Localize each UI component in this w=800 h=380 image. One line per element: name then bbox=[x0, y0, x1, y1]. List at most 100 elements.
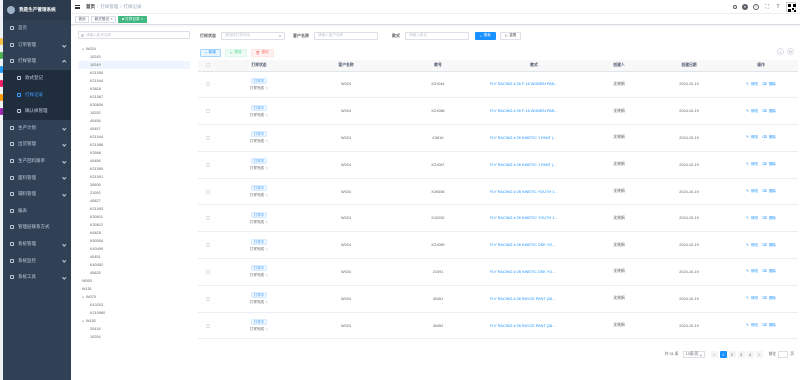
tree-node[interactable]: W003 bbox=[78, 277, 190, 285]
tree-node[interactable]: 20416 bbox=[78, 325, 190, 333]
tree-node[interactable]: W151 bbox=[78, 285, 190, 293]
tag-item[interactable]: 款式登记 × bbox=[91, 15, 117, 23]
tag-item[interactable]: 首页 bbox=[75, 15, 90, 23]
github-icon[interactable]: ● bbox=[742, 4, 748, 10]
prev-page-button[interactable]: ‹ bbox=[710, 351, 718, 358]
sidebar-item[interactable]: 出货管理 bbox=[3, 136, 71, 153]
tree-node[interactable]: K40452 bbox=[78, 261, 190, 269]
row-checkbox[interactable] bbox=[206, 216, 210, 221]
tree-node[interactable]: K30611 bbox=[78, 213, 190, 221]
select-all-checkbox[interactable] bbox=[206, 63, 210, 68]
tree-node[interactable]: W152 bbox=[78, 317, 190, 325]
row-checkbox[interactable] bbox=[206, 109, 210, 114]
tree-node[interactable]: 40456 bbox=[78, 157, 190, 165]
page-button[interactable]: 3 bbox=[737, 351, 745, 358]
sidebar-item[interactable]: 确认样管理 bbox=[3, 102, 71, 120]
tree-node[interactable]: K21044 bbox=[78, 133, 190, 141]
tree-node[interactable]: 10254 bbox=[78, 333, 190, 341]
style-link[interactable]: FLY RACING # 26 RAYCE PANT (26... bbox=[484, 312, 584, 340]
table-row[interactable]: 打样中 打样完成 ◷ W024 40451 FLY RACING # 26 RAYCE … bbox=[198, 285, 798, 313]
style-link[interactable]: FLY RACING # 26 F-16 WOMEN PAN... bbox=[484, 97, 584, 126]
style-link[interactable]: FLY RACING # 26 KINETIC DSK YO... bbox=[484, 258, 584, 286]
table-row[interactable]: 打样中 打样完成 ◷ W024 K10252 FLY RACING # 26 KINET… bbox=[198, 204, 798, 233]
row-checkbox[interactable] bbox=[206, 269, 210, 274]
table-row[interactable]: 打样中 打样完成 ◷ W024 21091 FLY RACING # 26 KINETI… bbox=[198, 258, 798, 286]
tag-item[interactable]: 打样记录 × bbox=[118, 15, 147, 23]
style-link[interactable]: FLY RACING # 26 KINETIC YOUTH 1... bbox=[484, 178, 584, 206]
sidebar-item[interactable]: 生产回料跟单 bbox=[3, 153, 71, 170]
tree-node[interactable]: K21067 bbox=[78, 93, 190, 101]
goto-page-input[interactable] bbox=[778, 351, 789, 358]
row-checkbox[interactable] bbox=[206, 135, 210, 140]
tree-node[interactable]: K3566 bbox=[78, 149, 190, 157]
sidebar-item[interactable]: 系统监控 bbox=[3, 252, 71, 269]
close-icon[interactable]: × bbox=[141, 17, 143, 21]
add-button[interactable]: + 新增 bbox=[200, 48, 221, 57]
style-filter-input[interactable]: 请输入款式 bbox=[405, 31, 469, 40]
row-checkbox[interactable] bbox=[206, 323, 210, 328]
sidebar-item[interactable]: 款式登记 bbox=[3, 69, 71, 87]
style-link[interactable]: FLY RACING # 26 KINETIC 1 PANT (... bbox=[484, 124, 584, 152]
reset-button[interactable]: ↻ 重置 bbox=[499, 31, 522, 40]
row-checkbox[interactable] bbox=[206, 243, 210, 248]
page-size-select[interactable]: 10条/页 bbox=[682, 351, 705, 358]
tree-node[interactable]: K21091 bbox=[78, 173, 190, 181]
sidebar-item[interactable]: 订单管理 bbox=[3, 37, 71, 54]
style-link[interactable]: FLY RACING # 26 RAYCE PANT (26... bbox=[484, 285, 584, 313]
delete-button[interactable]: 🗑 删除 bbox=[250, 48, 274, 57]
tree-node[interactable]: 10252 bbox=[78, 109, 190, 117]
avatar[interactable] bbox=[786, 2, 796, 12]
tree-node[interactable]: K6625 bbox=[78, 229, 190, 237]
row-delete-button[interactable]: ⌫ 删除 bbox=[761, 162, 777, 166]
sidebar-item[interactable]: 辅料管理 bbox=[3, 186, 71, 203]
row-edit-button[interactable]: ✎ 修改 bbox=[745, 135, 759, 139]
sidebar-item[interactable]: 报表 bbox=[3, 203, 71, 220]
row-delete-button[interactable]: ⌫ 删除 bbox=[761, 296, 777, 300]
table-row[interactable]: 打样中 打样完成 ◷ W024 K21067 FLY RACING # 26 KINET… bbox=[198, 151, 798, 179]
row-edit-button[interactable]: ✎ 修改 bbox=[745, 216, 759, 220]
tree-node[interactable]: K40499 bbox=[78, 245, 190, 253]
caret-icon[interactable] bbox=[81, 319, 85, 323]
caret-icon[interactable] bbox=[81, 295, 85, 299]
search-button[interactable]: ⌕ 搜索 bbox=[475, 31, 496, 40]
tree-node[interactable]: K30612 bbox=[78, 221, 190, 229]
status-filter-select[interactable]: 请选择打样状态 bbox=[221, 31, 285, 40]
sidebar-item[interactable]: 面料管理 bbox=[3, 169, 71, 186]
sidebar-item[interactable]: 打样记录 bbox=[3, 86, 71, 103]
search-icon[interactable] bbox=[733, 5, 737, 9]
edit-button[interactable]: ✎ 修改 bbox=[224, 48, 247, 57]
style-link[interactable]: FLY RACING # 26 F-16 WOMEN PAN... bbox=[484, 71, 584, 99]
table-row[interactable]: 打样中 打样完成 ◷ W024 K21089 FLY RACING # 26 KINET… bbox=[198, 231, 798, 260]
help-icon[interactable]: ? bbox=[753, 4, 759, 10]
row-edit-button[interactable]: ✎ 修改 bbox=[745, 269, 759, 273]
sidebar-item[interactable]: 管理层联系方式 bbox=[3, 219, 71, 236]
page-button[interactable]: 4 bbox=[746, 351, 754, 358]
row-edit-button[interactable]: ✎ 修改 bbox=[745, 323, 759, 327]
tree-node[interactable]: W024 bbox=[78, 45, 190, 53]
row-edit-button[interactable]: ✎ 修改 bbox=[745, 189, 759, 193]
row-delete-button[interactable]: ⌫ 删除 bbox=[761, 135, 777, 139]
page-button[interactable]: 1 bbox=[719, 351, 727, 358]
tree-node[interactable]: 40456 bbox=[78, 117, 190, 125]
tree-node[interactable]: 40451 bbox=[78, 253, 190, 261]
fullscreen-icon[interactable]: ⛶ bbox=[764, 4, 770, 10]
row-checkbox[interactable] bbox=[206, 296, 210, 301]
row-edit-button[interactable]: ✎ 修改 bbox=[745, 162, 759, 166]
tree-node[interactable]: 40457 bbox=[78, 125, 190, 133]
tree-node[interactable]: 10249 bbox=[78, 61, 190, 69]
close-icon[interactable]: × bbox=[111, 17, 113, 21]
tree-node[interactable]: K21089 bbox=[78, 165, 190, 173]
style-link[interactable]: FLY RACING # 26 KINETIC YOUTH 1... bbox=[484, 204, 584, 233]
row-checkbox[interactable] bbox=[206, 189, 210, 194]
table-row[interactable]: 打样中 打样完成 ◷ W024 K21044 FLY RACING # 26 F-16 … bbox=[198, 71, 798, 99]
tree-node[interactable]: K21088 bbox=[78, 141, 190, 149]
tree-node[interactable]: K50054 bbox=[78, 237, 190, 245]
select-all-column[interactable] bbox=[198, 60, 218, 72]
tree-node[interactable]: 21092 bbox=[78, 189, 190, 197]
search-toggle-icon[interactable]: ⌕ bbox=[777, 48, 784, 55]
sidebar-item[interactable]: 首页 bbox=[3, 20, 71, 37]
sidebar-item[interactable]: 打样管理 bbox=[3, 53, 71, 70]
table-row[interactable]: 打样中 打样完成 ◷ W024 K21088 FLY RACING # 26 F-16 … bbox=[198, 97, 798, 126]
tree-node[interactable]: K21093 bbox=[78, 205, 190, 213]
hamburger-icon[interactable] bbox=[75, 4, 80, 9]
